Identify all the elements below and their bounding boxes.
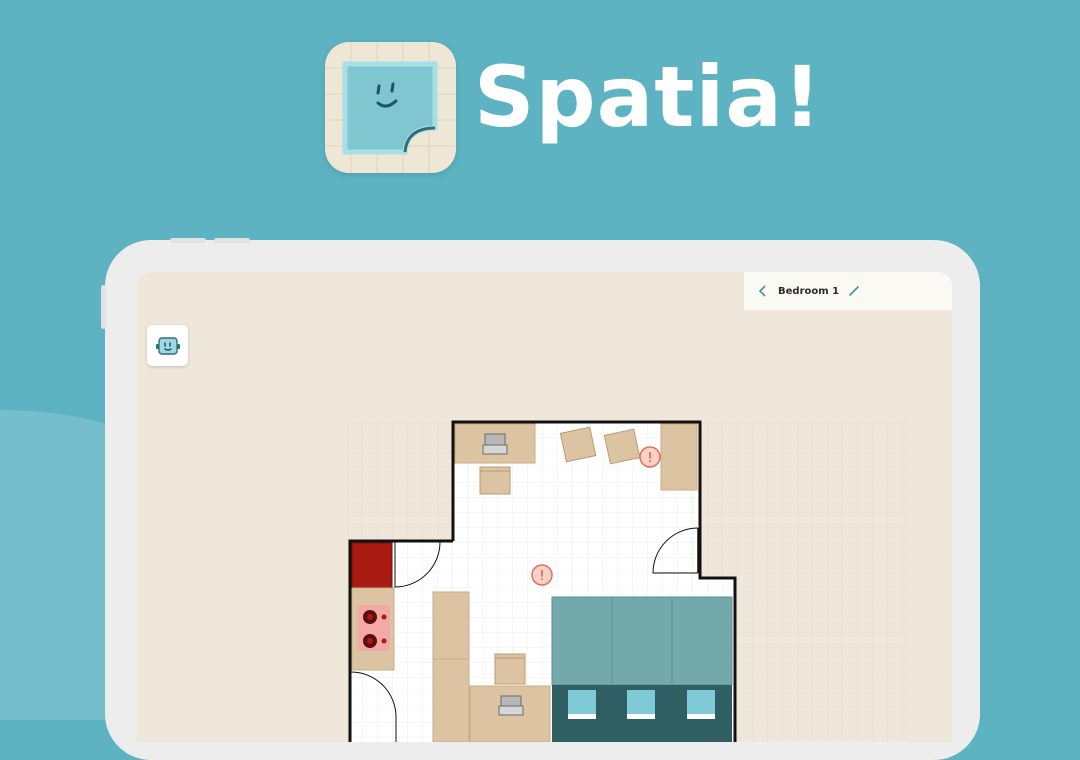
app-name: Spatia! bbox=[474, 48, 823, 146]
smiling-square-face-icon bbox=[325, 42, 456, 173]
desk-with-laptop[interactable] bbox=[469, 685, 551, 742]
pencil-icon bbox=[849, 286, 859, 296]
tablet-top-button bbox=[170, 238, 206, 243]
chevron-left-icon bbox=[758, 285, 766, 297]
room-header: Bedroom 1 bbox=[744, 272, 952, 310]
warning-badge[interactable]: ! bbox=[531, 564, 553, 586]
floor-plan-canvas[interactable]: ! ! bbox=[137, 272, 952, 742]
chair[interactable] bbox=[559, 426, 597, 463]
chair[interactable] bbox=[494, 653, 526, 685]
bed[interactable] bbox=[671, 596, 733, 742]
chair[interactable] bbox=[603, 428, 641, 465]
robot-face-icon bbox=[155, 336, 180, 355]
back-button[interactable] bbox=[750, 272, 776, 310]
red-appliance[interactable] bbox=[351, 542, 393, 589]
desk-with-laptop[interactable] bbox=[454, 423, 536, 464]
bed[interactable] bbox=[551, 596, 613, 742]
app-screen: ! ! Bedroom 1 bbox=[137, 272, 952, 742]
stove[interactable] bbox=[351, 587, 395, 671]
bed[interactable] bbox=[611, 596, 673, 742]
tablet-top-button bbox=[214, 238, 250, 243]
tablet-side-button bbox=[101, 285, 106, 329]
assistant-button[interactable] bbox=[147, 325, 188, 366]
exclamation-icon: ! bbox=[539, 569, 544, 584]
edit-room-name-button[interactable] bbox=[844, 272, 864, 310]
exclamation-icon: ! bbox=[647, 451, 652, 466]
chair[interactable] bbox=[479, 466, 511, 495]
room-title[interactable]: Bedroom 1 bbox=[778, 286, 839, 297]
cabinet[interactable] bbox=[660, 423, 698, 491]
app-logo bbox=[325, 42, 456, 173]
warning-badge[interactable]: ! bbox=[639, 446, 661, 468]
